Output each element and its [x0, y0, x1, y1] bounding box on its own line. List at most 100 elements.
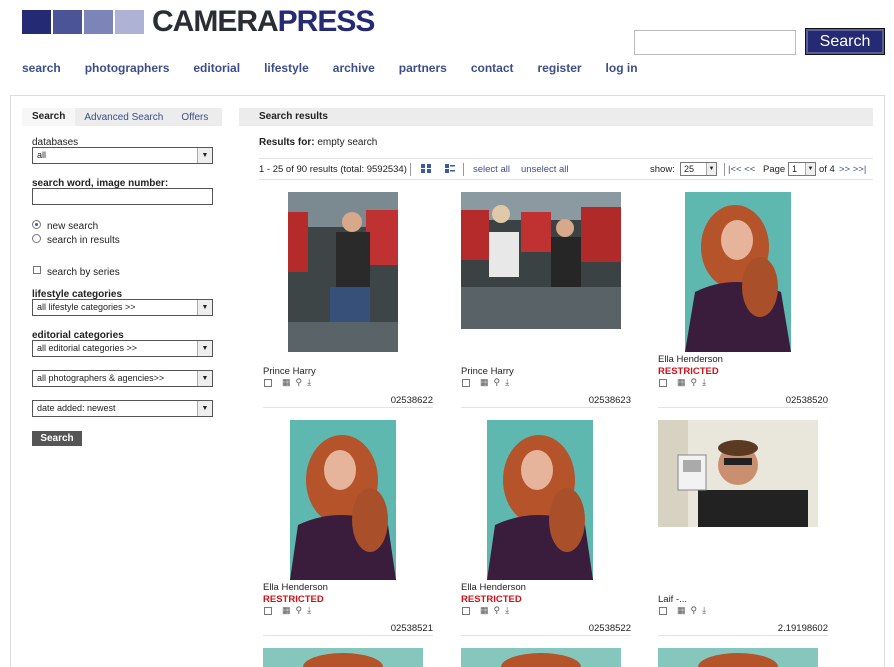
search-in-results-label: search in results	[47, 235, 120, 246]
nav-archive[interactable]: archive	[333, 61, 375, 75]
tab-offers[interactable]: Offers	[172, 112, 217, 123]
thumbnail-partial[interactable]	[263, 648, 423, 667]
tile-tools: ▦ ⚲ ⤓	[659, 606, 711, 615]
nav-lifestyle[interactable]: lifestyle	[264, 61, 309, 75]
thumbnail-ella-henderson[interactable]	[487, 420, 593, 580]
thumbnail-laif[interactable]	[658, 420, 818, 527]
tile-tools: ▦ ⚲ ⤓	[264, 378, 316, 387]
nav-partners[interactable]: partners	[399, 61, 447, 75]
editorial-categories-select[interactable]: all editorial categories >> ▼	[32, 340, 213, 357]
zoom-icon[interactable]: ⚲	[691, 378, 698, 387]
tile-caption[interactable]: Prince Harry	[263, 366, 316, 377]
zoom-icon[interactable]: ⚲	[494, 606, 501, 615]
select-checkbox[interactable]	[264, 606, 272, 615]
select-checkbox[interactable]	[462, 378, 470, 387]
divider	[463, 163, 464, 176]
download-icon[interactable]: ⤓	[702, 606, 706, 615]
page-select[interactable]: 1 ▼	[788, 162, 816, 176]
zoom-icon[interactable]: ⚲	[296, 606, 303, 615]
unselect-all-link[interactable]: unselect all	[521, 164, 569, 175]
select-checkbox[interactable]	[462, 606, 470, 615]
search-by-series-checkbox[interactable]	[33, 266, 41, 274]
camerapress-logo[interactable]: CAMERAPRESS	[22, 7, 375, 37]
lightbox-grid-icon[interactable]: ▦	[282, 606, 291, 615]
lightbox-grid-icon[interactable]: ▦	[480, 378, 489, 387]
search-in-results-radio[interactable]	[32, 234, 41, 243]
tile-tools: ▦ ⚲ ⤓	[264, 606, 316, 615]
chevron-down-icon: ▼	[805, 163, 815, 175]
lightbox-grid-icon[interactable]: ▦	[677, 378, 686, 387]
tile-caption[interactable]: Ella Henderson	[461, 582, 526, 593]
tile-caption[interactable]: Laif -...	[658, 594, 687, 605]
sort-select[interactable]: date added: newest ▼	[32, 400, 213, 417]
tile-caption[interactable]: Ella Henderson	[263, 582, 328, 593]
nav-search[interactable]: search	[22, 61, 61, 75]
nav-login[interactable]: log in	[606, 61, 638, 75]
search-tabs: Search Advanced Search Offers	[22, 108, 222, 126]
download-icon[interactable]: ⤓	[505, 606, 509, 615]
nav-photographers[interactable]: photographers	[85, 61, 170, 75]
thumbnail-ella-henderson[interactable]	[685, 192, 791, 352]
lightbox-grid-icon[interactable]: ▦	[480, 606, 489, 615]
logo-square-icon	[22, 10, 51, 34]
lightbox-grid-icon[interactable]: ▦	[282, 378, 291, 387]
nav-editorial[interactable]: editorial	[193, 61, 240, 75]
lifestyle-categories-select[interactable]: all lifestyle categories >> ▼	[32, 299, 213, 316]
new-search-label: new search	[47, 221, 99, 232]
chevron-down-icon: ▼	[197, 401, 212, 416]
nav-register[interactable]: register	[538, 61, 582, 75]
thumbnail-prince-harry[interactable]	[461, 192, 621, 329]
chevron-down-icon: ▼	[706, 163, 716, 175]
top-search-input[interactable]	[634, 30, 796, 55]
select-checkbox[interactable]	[264, 378, 272, 387]
download-icon[interactable]: ⤓	[702, 378, 706, 387]
main-nav: search photographers editorial lifestyle…	[22, 61, 662, 75]
tile-caption[interactable]: Prince Harry	[461, 366, 514, 377]
thumbnail-ella-henderson[interactable]	[290, 420, 396, 580]
select-all-link[interactable]: select all	[473, 164, 510, 175]
zoom-icon[interactable]: ⚲	[296, 378, 303, 387]
results-for-label: Results for:	[259, 137, 315, 148]
download-icon[interactable]: ⤓	[307, 378, 311, 387]
search-word-input[interactable]	[32, 188, 213, 205]
download-icon[interactable]: ⤓	[505, 378, 509, 387]
sidebar-search-button[interactable]: Search	[32, 431, 82, 446]
next-last-page-link[interactable]: >> >>|	[839, 164, 866, 175]
logo-text-camera: CAMERA	[152, 5, 279, 38]
top-search-button[interactable]: Search	[805, 28, 885, 55]
lifestyle-select-value: all lifestyle categories >>	[37, 302, 136, 312]
page-label: Page	[763, 164, 786, 175]
tab-search[interactable]: Search	[22, 108, 76, 126]
lightbox-grid-icon[interactable]: ▦	[677, 606, 686, 615]
tile-caption[interactable]: Ella Henderson	[658, 354, 723, 365]
new-search-radio[interactable]	[32, 220, 41, 229]
zoom-icon[interactable]: ⚲	[691, 606, 698, 615]
select-checkbox[interactable]	[659, 606, 667, 615]
zoom-icon[interactable]: ⚲	[494, 378, 501, 387]
tab-advanced-search[interactable]: Advanced Search	[75, 112, 172, 123]
logo-square-icon	[84, 10, 113, 34]
show-count-select[interactable]: 25 ▼	[680, 162, 717, 176]
results-header: Search results	[239, 108, 873, 126]
results-count: 1 - 25 of 90 results (total: 9592534)	[259, 164, 407, 175]
thumbnail-partial[interactable]	[658, 648, 818, 667]
image-number: 02538622	[263, 395, 433, 408]
restricted-badge: RESTRICTED	[658, 366, 719, 377]
grid-view-icon[interactable]	[421, 164, 431, 173]
results-toolbar: 1 - 25 of 90 results (total: 9592534) se…	[259, 158, 873, 180]
databases-select[interactable]: all ▼	[32, 147, 213, 164]
photographers-select[interactable]: all photographers & agencies>> ▼	[32, 370, 213, 387]
nav-contact[interactable]: contact	[471, 61, 514, 75]
chevron-down-icon: ▼	[197, 300, 212, 315]
thumbnail-prince-harry[interactable]	[288, 192, 398, 352]
first-prev-page-link[interactable]: |<< <<	[728, 164, 755, 175]
page: CAMERAPRESS Search search photographers …	[0, 0, 894, 667]
photographers-select-value: all photographers & agencies>>	[37, 373, 165, 383]
tile-tools: ▦ ⚲ ⤓	[462, 378, 514, 387]
logo-square-icon	[115, 10, 144, 34]
list-view-icon[interactable]	[445, 164, 455, 173]
thumbnail-partial[interactable]	[461, 648, 621, 667]
download-icon[interactable]: ⤓	[307, 606, 311, 615]
select-checkbox[interactable]	[659, 378, 667, 387]
tile-tools: ▦ ⚲ ⤓	[659, 378, 711, 387]
